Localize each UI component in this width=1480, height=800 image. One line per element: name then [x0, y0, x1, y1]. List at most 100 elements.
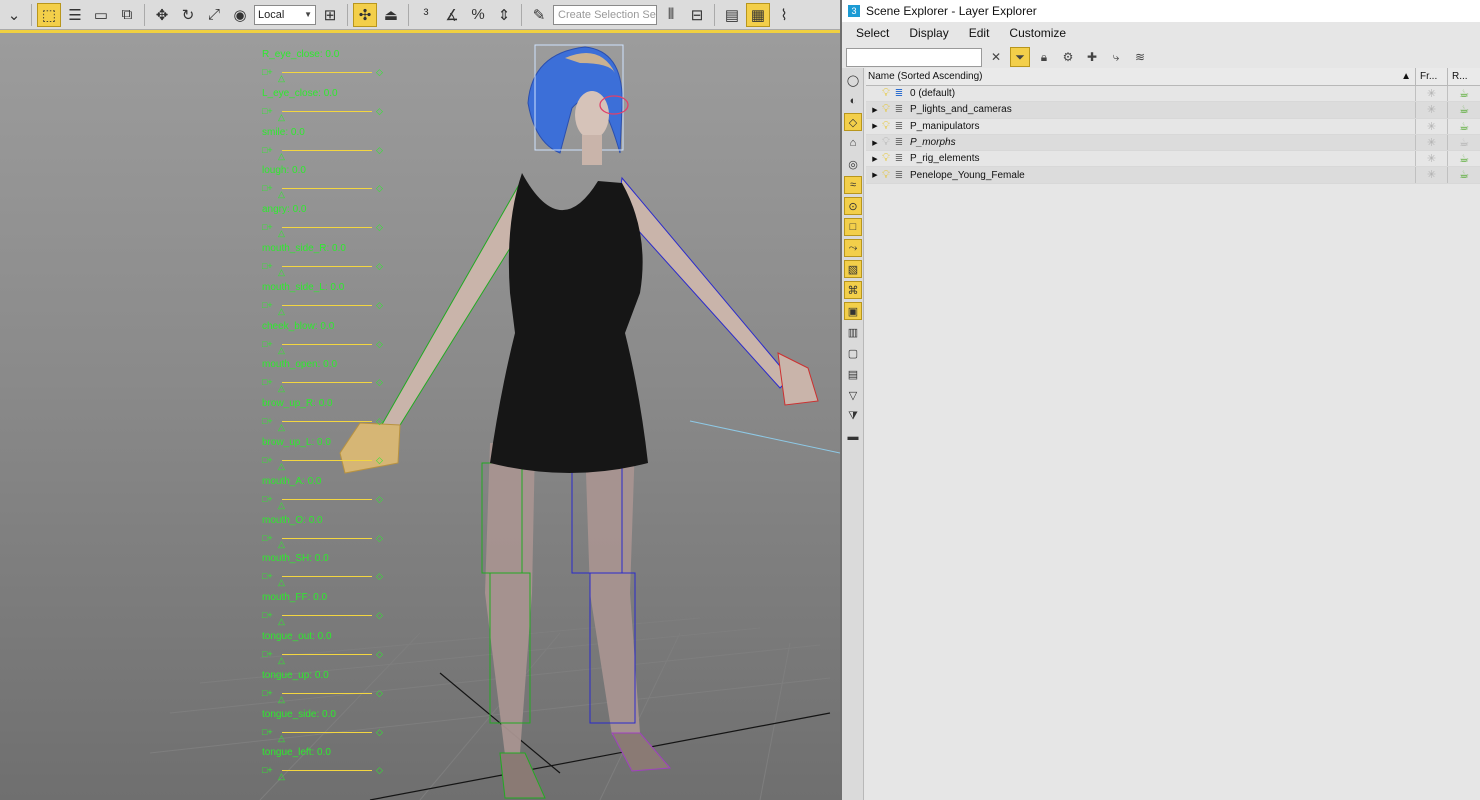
- hierarchy-icon[interactable]: ≋: [1130, 47, 1150, 67]
- morph-slider[interactable]: tongue_up: 0.0 □+ △ ◇: [262, 670, 392, 709]
- move-icon[interactable]: ✥: [150, 3, 174, 27]
- keyboard-shortcut-icon[interactable]: ⏏: [379, 3, 403, 27]
- rectangular-region-icon[interactable]: ▭: [89, 3, 113, 27]
- layer-stack-icon[interactable]: ≣: [892, 104, 906, 115]
- column-header-name[interactable]: Name (Sorted Ascending) ▲: [866, 67, 1416, 86]
- reference-coordinate-select[interactable]: Local ▼: [254, 4, 316, 25]
- display-shapes-icon[interactable]: ◇: [844, 113, 862, 131]
- slider-handle-icon[interactable]: △: [278, 500, 285, 510]
- filter-options-icon[interactable]: ⧩: [844, 407, 862, 425]
- menu-customize[interactable]: Customize: [1009, 26, 1066, 40]
- display-spacewarps-icon[interactable]: ≈: [844, 176, 862, 194]
- add-to-layer-icon[interactable]: ⤷: [1106, 47, 1126, 67]
- align-icon[interactable]: ⊟: [685, 3, 709, 27]
- freeze-snowflake-icon[interactable]: ✳: [1416, 167, 1448, 183]
- slider-handle-icon[interactable]: △: [278, 306, 285, 316]
- morph-slider[interactable]: tongue_side: 0.0 □+ △ ◇: [262, 709, 392, 748]
- lock-icon[interactable]: 🔒︎: [1034, 47, 1054, 67]
- layer-stack-icon[interactable]: ≣: [892, 170, 906, 181]
- render-teapot-icon[interactable]: ☕︎: [1448, 102, 1480, 117]
- morph-slider-track[interactable]: □+ △ ◇: [262, 145, 386, 160]
- layer-stack-icon[interactable]: ≣: [892, 121, 906, 132]
- slider-handle-icon[interactable]: △: [278, 384, 285, 393]
- clear-search-icon[interactable]: ✕: [986, 47, 1006, 67]
- expand-arrow-icon[interactable]: ▶: [870, 122, 880, 130]
- visibility-bulb-icon[interactable]: 💡︎: [880, 120, 892, 133]
- morph-slider[interactable]: cheek_blow: 0.0 □+ △ ◇: [262, 321, 392, 360]
- funnel-icon[interactable]: ▽: [844, 386, 862, 404]
- menu-edit[interactable]: Edit: [969, 26, 990, 40]
- select-link-icon[interactable]: ✣: [353, 2, 377, 27]
- expand-arrow-icon[interactable]: ▶: [870, 171, 880, 179]
- angle-snap-icon[interactable]: ∡: [440, 3, 464, 27]
- more-options-icon[interactable]: ▬: [844, 428, 862, 446]
- morph-slider[interactable]: tongue_out: 0.0 □+ △ ◇: [262, 631, 392, 670]
- slider-handle-icon[interactable]: △: [278, 112, 285, 122]
- selection-set-input[interactable]: Create Selection Se: [553, 4, 657, 25]
- freeze-snowflake-icon[interactable]: ✳: [1416, 151, 1448, 167]
- morph-slider-track[interactable]: □+ △ ◇: [262, 494, 386, 509]
- morph-slider-track[interactable]: □+ △ ◇: [262, 649, 386, 664]
- mirror-icon[interactable]: ⫴: [659, 3, 683, 27]
- layers-settings-icon[interactable]: ⚙: [1058, 47, 1078, 67]
- morph-slider-track[interactable]: □+ △ ◇: [262, 766, 386, 781]
- curve-editor-icon[interactable]: ⌇: [772, 3, 796, 27]
- display-geometry-icon[interactable]: ◐: [844, 92, 862, 110]
- slider-handle-icon[interactable]: △: [278, 151, 285, 161]
- rotate-icon[interactable]: ↻: [176, 3, 200, 27]
- filter-toggle-icon[interactable]: ⏷: [1010, 47, 1030, 67]
- slider-handle-icon[interactable]: △: [278, 461, 285, 471]
- freeze-snowflake-icon[interactable]: ✳: [1416, 86, 1448, 102]
- dropdown-icon[interactable]: ⌄: [2, 3, 26, 27]
- snaps-toggle-icon[interactable]: ³: [414, 3, 438, 27]
- slider-handle-icon[interactable]: △: [278, 345, 285, 355]
- layer-row[interactable]: ▶ 💡︎ ≣ P_manipulators ✳ ☕︎: [866, 118, 1480, 135]
- menu-display[interactable]: Display: [909, 26, 948, 40]
- layer-stack-icon[interactable]: ≣: [892, 137, 906, 148]
- morph-slider-track[interactable]: □+ △ ◇: [262, 184, 386, 199]
- column-header-render[interactable]: R...: [1448, 68, 1480, 86]
- morph-slider[interactable]: mouth_FF: 0.0 □+ △ ◇: [262, 592, 392, 631]
- display-bones-icon[interactable]: ⤳: [844, 239, 862, 257]
- visibility-bulb-icon[interactable]: 💡︎: [880, 169, 892, 182]
- spinner-snap-icon[interactable]: ⇕: [492, 3, 516, 27]
- freeze-snowflake-icon[interactable]: ✳: [1416, 118, 1448, 134]
- slider-handle-icon[interactable]: △: [278, 617, 285, 626]
- morph-slider-track[interactable]: □+ △ ◇: [262, 339, 386, 354]
- layer-name-cell[interactable]: ▶ 💡︎ ≣ Penelope_Young_Female: [866, 167, 1416, 183]
- morph-slider[interactable]: mouth_O: 0.0 □+ △ ◇: [262, 515, 392, 554]
- morph-slider-track[interactable]: □+ △ ◇: [262, 68, 386, 83]
- slider-handle-icon[interactable]: △: [278, 539, 285, 549]
- render-teapot-icon[interactable]: ☕︎: [1448, 86, 1480, 101]
- morph-slider[interactable]: brow_up_R: 0.0 □+ △ ◇: [262, 398, 392, 437]
- display-helpers-icon[interactable]: ⊙: [844, 197, 862, 215]
- menu-select[interactable]: Select: [856, 26, 889, 40]
- column-header-frozen[interactable]: Fr...: [1416, 67, 1448, 86]
- layer-row[interactable]: 💡︎ ≣ 0 (default) ✳ ☕︎: [866, 86, 1480, 103]
- perspective-viewport[interactable]: R_eye_close: 0.0 □+ △ ◇ L_eye_close: 0.0 □+ △ ◇…: [0, 33, 840, 800]
- render-teapot-icon[interactable]: ☕︎: [1448, 119, 1480, 134]
- morph-slider[interactable]: smile: 0.0 □+ △ ◇: [262, 127, 392, 166]
- morph-slider-track[interactable]: □+ △ ◇: [262, 300, 386, 315]
- morph-slider[interactable]: brow_up_L: 0.0 □+ △ ◇: [262, 437, 392, 476]
- visibility-bulb-icon[interactable]: 💡︎: [880, 136, 892, 149]
- visibility-bulb-icon[interactable]: 💡︎: [880, 152, 892, 165]
- create-layer-icon[interactable]: ✚: [1082, 47, 1102, 67]
- morph-slider[interactable]: angry: 0.0 □+ △ ◇: [262, 204, 392, 243]
- morph-slider[interactable]: tongue_left: 0.0 □+ △ ◇: [262, 747, 392, 786]
- layer-row[interactable]: ▶ 💡︎ ≣ P_lights_and_cameras ✳ ☕︎: [866, 102, 1480, 119]
- toggle-layer-icon[interactable]: ▤: [720, 3, 744, 27]
- morph-slider-track[interactable]: □+ △ ◇: [262, 455, 386, 470]
- slider-handle-icon[interactable]: △: [278, 190, 285, 199]
- display-frozen-icon[interactable]: ▣: [844, 302, 862, 320]
- slider-handle-icon[interactable]: △: [278, 578, 285, 587]
- slider-handle-icon[interactable]: △: [278, 229, 285, 238]
- visibility-bulb-icon[interactable]: 💡︎: [880, 103, 892, 116]
- display-cameras-icon[interactable]: ⌂: [844, 134, 862, 152]
- layer-row[interactable]: ▶ 💡︎ ≣ P_morphs ✳ ☕︎: [866, 134, 1480, 152]
- visibility-bulb-icon[interactable]: 💡︎: [880, 87, 892, 100]
- layer-stack-icon[interactable]: ≣: [892, 153, 906, 164]
- slider-handle-icon[interactable]: △: [278, 733, 285, 743]
- slider-handle-icon[interactable]: △: [278, 267, 285, 277]
- edit-named-sets-icon[interactable]: ✎: [527, 3, 551, 27]
